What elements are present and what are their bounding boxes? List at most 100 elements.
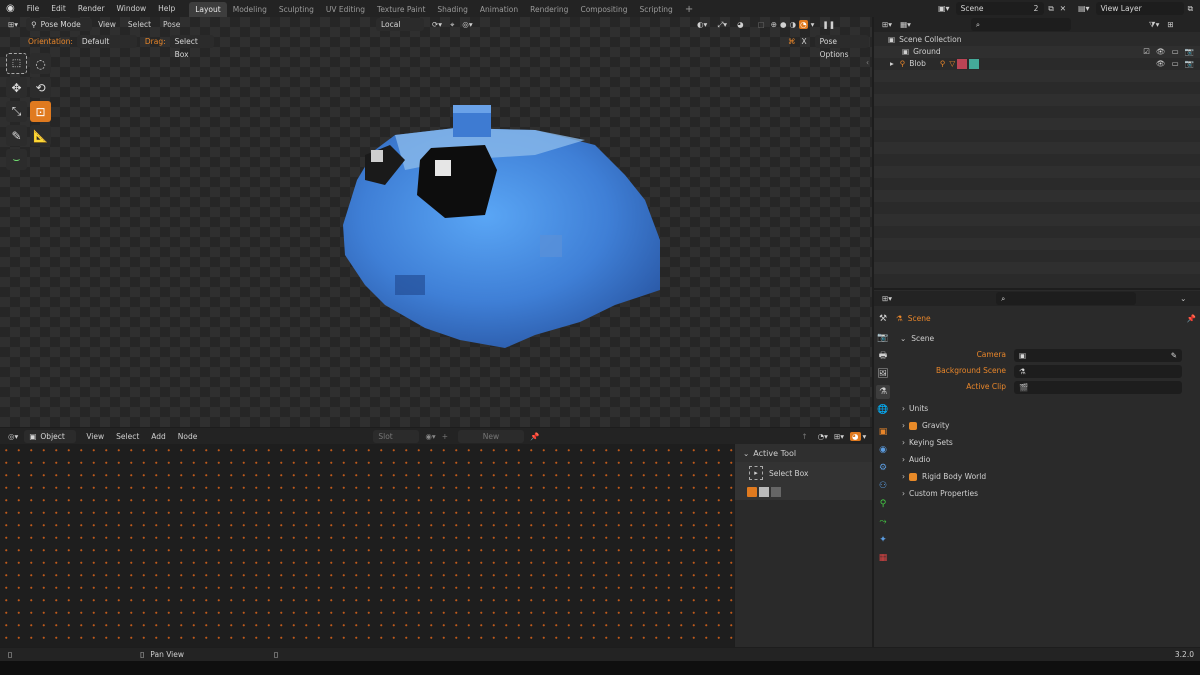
physics-tab-icon[interactable]: ⚇ xyxy=(876,479,890,493)
tool-tab-icon[interactable]: ⚒ xyxy=(876,312,890,326)
scene-icon[interactable]: ▣▾ xyxy=(938,4,950,13)
tree-row-blob[interactable]: ▸ ⚲ Blob ⚲ ▽ 👁 ▭ 📷 xyxy=(874,58,1200,70)
orientation-dropdown[interactable]: Default xyxy=(76,34,137,48)
node-canvas[interactable] xyxy=(0,444,734,647)
material-browse-icon[interactable]: ◉▾ xyxy=(425,432,435,441)
active-tool-collapse-icon[interactable]: ⌄ xyxy=(743,449,749,458)
viewport-menu-view[interactable]: View xyxy=(92,16,122,33)
object-tab-icon[interactable]: ▣ xyxy=(876,425,890,439)
select-box-tool[interactable]: ⬚ xyxy=(6,53,27,74)
panel-rigid-body-world[interactable]: › Rigid Body World xyxy=(896,468,1196,485)
modifiers-tab-icon[interactable]: ◉ xyxy=(876,443,890,457)
snap-node-icon[interactable]: ⊞▾ xyxy=(834,432,844,441)
ground-render-icon[interactable]: 📷 xyxy=(1185,46,1194,58)
node-menu-add[interactable]: Add xyxy=(145,428,172,445)
rotate-tool[interactable]: ⟲ xyxy=(30,77,51,98)
blob-visibility-icon[interactable]: 👁 xyxy=(1156,58,1166,70)
tab-shading[interactable]: Shading xyxy=(431,2,473,17)
custom-props-expand-icon[interactable]: › xyxy=(902,486,905,502)
xray-icon[interactable]: ▢ xyxy=(758,20,765,29)
audio-expand-icon[interactable]: › xyxy=(902,452,905,468)
menu-window[interactable]: Window xyxy=(111,0,153,17)
panel-audio[interactable]: › Audio xyxy=(896,451,1196,468)
rigid-body-checkbox[interactable] xyxy=(909,472,917,481)
constraints-tab-icon[interactable]: ⚲ xyxy=(876,497,890,511)
x-mirror-label[interactable]: X xyxy=(802,37,807,46)
cursor-tool[interactable]: ◌ xyxy=(30,53,51,74)
ground-viewport-icon[interactable]: ▭ xyxy=(1172,46,1179,58)
move-tool[interactable]: ✥ xyxy=(6,77,27,98)
panel-keying-sets[interactable]: › Keying Sets xyxy=(896,434,1196,451)
menu-render[interactable]: Render xyxy=(72,0,111,17)
drag-dropdown[interactable]: Select Box xyxy=(169,34,214,59)
data-tab-icon[interactable]: ⤳ xyxy=(876,515,890,529)
world-tab-icon[interactable]: 🌐 xyxy=(876,403,890,417)
pin-icon[interactable]: 📌 xyxy=(530,432,539,441)
viewport-menu-pose[interactable]: Pose xyxy=(157,16,186,33)
properties-editor-type-icon[interactable]: ⊞▾ xyxy=(882,294,892,303)
keying-sets-expand-icon[interactable]: › xyxy=(902,435,905,451)
tab-scripting[interactable]: Scripting xyxy=(633,2,678,17)
delete-scene-icon[interactable]: ✕ xyxy=(1060,4,1066,13)
blender-logo-icon[interactable]: ◉ xyxy=(6,3,15,14)
blob-viewport-icon[interactable]: ▭ xyxy=(1172,58,1179,70)
new-material-button[interactable]: New xyxy=(457,429,524,443)
node-menu-view[interactable]: View xyxy=(80,428,110,445)
solid-shading-icon[interactable]: ● xyxy=(780,20,787,29)
gravity-checkbox[interactable] xyxy=(909,421,917,430)
view-layer-field[interactable]: View Layer xyxy=(1095,2,1184,15)
render-tab-icon[interactable]: 📷 xyxy=(876,331,890,345)
tab-layout[interactable]: Layout xyxy=(189,1,227,17)
properties-options-icon[interactable]: ⌄ xyxy=(1180,294,1186,303)
gizmo-icon[interactable]: ⤢▾ xyxy=(717,20,727,30)
sidebar-toggle-icon[interactable]: ‹ xyxy=(866,58,869,67)
scale-tool[interactable]: ⤡ xyxy=(6,101,27,122)
active-tool-title[interactable]: Active Tool xyxy=(753,449,796,458)
pause-icon[interactable]: ❚❚ xyxy=(822,20,835,29)
scene-panel-header[interactable]: ⌄ Scene xyxy=(896,331,1196,347)
material-shading-icon[interactable]: ◑ xyxy=(790,20,797,29)
node-shading-dropdown[interactable]: ▾ xyxy=(863,432,867,441)
display-mode-icon[interactable]: ▦▾ xyxy=(900,20,911,29)
properties-search-field[interactable]: ⌕ xyxy=(996,292,1137,305)
scene-name-field[interactable]: Scene xyxy=(955,2,1044,15)
pin-scene-icon[interactable]: 📌 xyxy=(1187,314,1196,323)
node-menu-select[interactable]: Select xyxy=(110,428,145,445)
pose-options-dropdown[interactable]: Pose Options xyxy=(814,34,869,59)
panel-units[interactable]: › Units xyxy=(896,400,1196,417)
blob-model[interactable] xyxy=(335,100,675,355)
pivot-icon[interactable]: ⟳▾ xyxy=(432,20,442,29)
expand-arrow-icon[interactable]: ▸ xyxy=(890,58,894,70)
panel-gravity[interactable]: › Gravity xyxy=(896,417,1196,434)
viewport-menu-select[interactable]: Select xyxy=(122,16,157,33)
filter-icon[interactable]: ⧩▾ xyxy=(1149,20,1159,30)
background-scene-field[interactable]: ⚗ xyxy=(1014,364,1182,378)
node-overlay-icon[interactable]: ◔▾ xyxy=(818,432,828,441)
tree-row-scene-collection[interactable]: ▣ Scene Collection xyxy=(874,34,1200,46)
rigid-body-expand-icon[interactable]: › xyxy=(902,469,905,485)
copy-scene-icon[interactable]: ⧉ xyxy=(1048,4,1053,14)
output-tab-icon[interactable]: 🖶 xyxy=(876,349,890,363)
eyedropper-icon[interactable]: ✎ xyxy=(1171,349,1177,362)
blob-render-icon[interactable]: 📷 xyxy=(1185,58,1194,70)
proportional-edit-icon[interactable]: ◎▾ xyxy=(462,20,472,29)
tab-texture-paint[interactable]: Texture Paint xyxy=(371,2,431,17)
menu-file[interactable]: File xyxy=(21,0,46,17)
particles-tab-icon[interactable]: ⚙ xyxy=(876,461,890,475)
wireframe-shading-icon[interactable]: ⊕ xyxy=(771,20,777,29)
bone-tool[interactable]: ⌣ xyxy=(6,149,27,170)
active-clip-field[interactable]: 🎬 xyxy=(1014,380,1182,394)
view-layer-icon[interactable]: ▤▾ xyxy=(1078,4,1090,13)
select-mode-extend-icon[interactable] xyxy=(759,487,769,497)
transform-tool[interactable]: ⊡ xyxy=(30,101,51,122)
scene-tab-icon[interactable]: ⚗ xyxy=(876,385,890,399)
node-object-dropdown[interactable]: ▣ Object xyxy=(24,429,77,443)
tab-compositing[interactable]: Compositing xyxy=(574,2,633,17)
menu-help[interactable]: Help xyxy=(152,0,181,17)
visibility-icon[interactable]: ◐▾ xyxy=(697,20,707,29)
overlay-icon[interactable]: ◕ xyxy=(737,20,744,29)
snap-icon[interactable]: ⌖ xyxy=(450,20,454,30)
tab-modeling[interactable]: Modeling xyxy=(227,2,273,17)
editor-type-icon[interactable]: ⊞▾ xyxy=(8,20,18,29)
outliner-search-field[interactable]: ⌕ xyxy=(970,18,1071,31)
